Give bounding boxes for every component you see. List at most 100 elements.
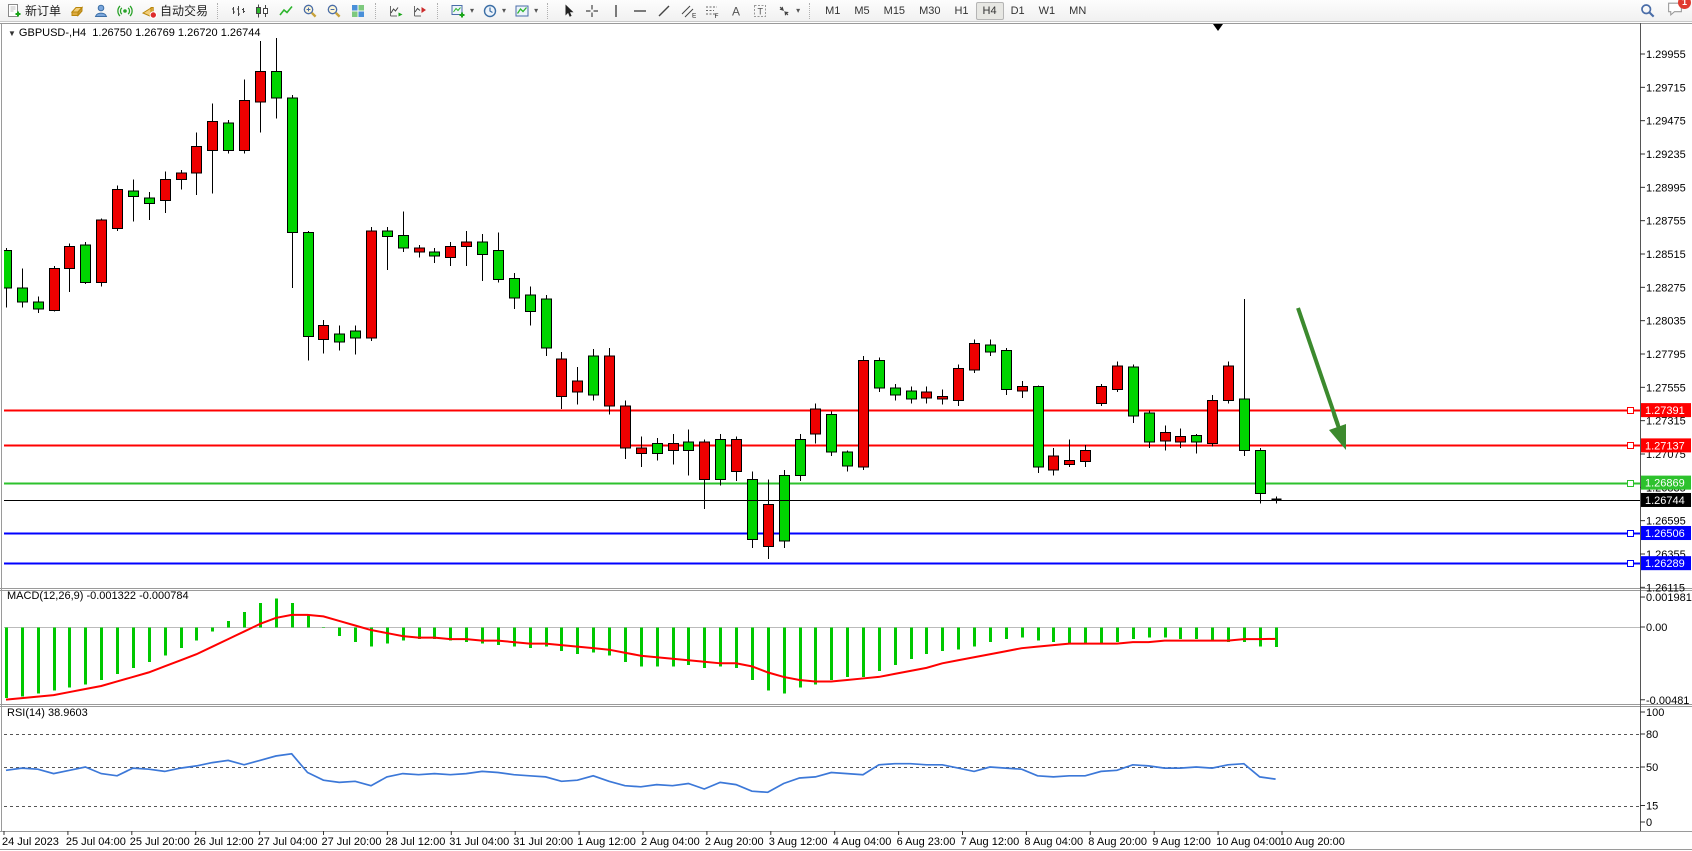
periods-button[interactable]: ▾: [478, 1, 510, 21]
templates-button[interactable]: ▾: [510, 1, 542, 21]
new-order-label: 新订单: [25, 2, 61, 19]
horizontal-line-icon: [632, 3, 648, 19]
new-order-button[interactable]: 新订单: [2, 1, 65, 21]
price-tag: 1.26506: [1641, 526, 1691, 540]
market-watch-icon: [69, 3, 85, 19]
fibonacci-icon: F: [704, 3, 720, 19]
profile-button[interactable]: [89, 1, 113, 21]
svg-text:1.26595: 1.26595: [1646, 516, 1686, 528]
autotrading-button[interactable]: 自动交易: [137, 1, 212, 21]
cursor-icon: [560, 3, 576, 19]
level-handle[interactable]: [1628, 443, 1634, 449]
price-tag: 1.26289: [1641, 556, 1691, 570]
timeframe-toolbar: M1M5M15M30H1H4D1W1MN: [818, 0, 1093, 22]
arrows-tool-button[interactable]: ▾: [772, 1, 804, 21]
equidistant-channel-tool-button[interactable]: E: [676, 1, 700, 21]
text-tool-button[interactable]: A: [724, 1, 748, 21]
crosshair-icon: [584, 3, 600, 19]
text-label-tool-button[interactable]: T: [748, 1, 772, 21]
timeframe-w1[interactable]: W1: [1032, 2, 1063, 20]
notification-badge: 1: [1678, 0, 1691, 9]
chart-shift-icon: [412, 3, 428, 19]
timeframe-mn[interactable]: MN: [1062, 2, 1093, 20]
tile-windows-button[interactable]: [346, 1, 370, 21]
timeframe-m5[interactable]: M5: [847, 2, 876, 20]
svg-text:8 Aug 04:00: 8 Aug 04:00: [1024, 836, 1083, 848]
svg-text:27 Jul 04:00: 27 Jul 04:00: [258, 836, 318, 848]
timeframe-h1[interactable]: H1: [947, 2, 975, 20]
svg-text:6 Aug 23:00: 6 Aug 23:00: [897, 836, 956, 848]
dropdown-caret-icon: ▾: [796, 6, 800, 15]
svg-text:1.26869: 1.26869: [1645, 478, 1685, 490]
svg-text:2 Aug 04:00: 2 Aug 04:00: [641, 836, 700, 848]
level-handle[interactable]: [1628, 408, 1634, 414]
svg-text:1.27315: 1.27315: [1646, 416, 1686, 428]
zoom-out-button[interactable]: [322, 1, 346, 21]
timeframe-m30[interactable]: M30: [912, 2, 947, 20]
svg-text:1 Aug 12:00: 1 Aug 12:00: [577, 836, 636, 848]
svg-text:9 Aug 12:00: 9 Aug 12:00: [1152, 836, 1211, 848]
svg-text:1.28755: 1.28755: [1646, 216, 1686, 228]
price-tag: 1.27137: [1641, 438, 1691, 452]
cursor-tool-button[interactable]: [556, 1, 580, 21]
svg-text:50: 50: [1646, 762, 1658, 774]
svg-text:1.29715: 1.29715: [1646, 82, 1686, 94]
svg-text:25 Jul 04:00: 25 Jul 04:00: [66, 836, 126, 848]
signal-button[interactable]: [113, 1, 137, 21]
level-handle[interactable]: [1628, 481, 1634, 487]
svg-text:26 Jul 12:00: 26 Jul 12:00: [194, 836, 254, 848]
toolbar-separator: [437, 3, 442, 19]
chart-canvas[interactable]: 1.299551.297151.294751.292351.289951.287…: [0, 0, 1692, 851]
svg-text:10 Aug 20:00: 10 Aug 20:00: [1280, 836, 1345, 848]
candlestick-chart-button[interactable]: [250, 1, 274, 21]
zoom-in-button[interactable]: [298, 1, 322, 21]
crosshair-tool-button[interactable]: [580, 1, 604, 21]
svg-text:1.27555: 1.27555: [1646, 382, 1686, 394]
vertical-line-tool-button[interactable]: [604, 1, 628, 21]
svg-text:1.28515: 1.28515: [1646, 249, 1686, 261]
svg-text:27 Jul 20:00: 27 Jul 20:00: [322, 836, 382, 848]
autotrading-icon: [141, 3, 157, 19]
svg-text:10 Aug 04:00: 10 Aug 04:00: [1216, 836, 1281, 848]
candlestick-chart-icon: [254, 3, 270, 19]
svg-text:8 Aug 20:00: 8 Aug 20:00: [1088, 836, 1147, 848]
price-tag: 1.27391: [1641, 403, 1691, 417]
line-chart-icon: [278, 3, 294, 19]
toolbar-separator: [809, 3, 814, 19]
bar-chart-button[interactable]: [226, 1, 250, 21]
svg-text:1.26289: 1.26289: [1645, 558, 1685, 570]
svg-text:28 Jul 12:00: 28 Jul 12:00: [385, 836, 445, 848]
dropdown-caret-icon: ▾: [502, 6, 506, 15]
new-chart-button[interactable]: ▾: [446, 1, 478, 21]
timeframe-m1[interactable]: M1: [818, 2, 847, 20]
toolbar-separator: [217, 3, 222, 19]
autotrading-label: 自动交易: [160, 2, 208, 19]
collapse-triangle-icon[interactable]: ▼: [8, 29, 16, 38]
svg-text:4 Aug 04:00: 4 Aug 04:00: [833, 836, 892, 848]
trendline-tool-button[interactable]: [652, 1, 676, 21]
chart-shift-button[interactable]: [408, 1, 432, 21]
symbol-label: ▼GBPUSD-,H4 1.26750 1.26769 1.26720 1.26…: [8, 27, 261, 39]
search-button[interactable]: [1635, 1, 1660, 21]
level-handle[interactable]: [1628, 531, 1634, 537]
svg-text:1.28275: 1.28275: [1646, 282, 1686, 294]
price-tag: 1.26869: [1641, 476, 1691, 490]
fibonacci-tool-button[interactable]: F: [700, 1, 724, 21]
zoom-out-icon: [326, 3, 342, 19]
level-handle[interactable]: [1628, 561, 1634, 567]
market-watch-button[interactable]: [65, 1, 89, 21]
toolbar-separator: [547, 3, 552, 19]
chat-button[interactable]: 1: [1666, 0, 1684, 22]
timeframe-m15[interactable]: M15: [877, 2, 912, 20]
horizontal-line-tool-button[interactable]: [628, 1, 652, 21]
new-order-icon: [6, 3, 22, 19]
toolbar-separator: [375, 3, 380, 19]
timeframe-d1[interactable]: D1: [1004, 2, 1032, 20]
timeframe-h4[interactable]: H4: [976, 2, 1004, 20]
svg-text:1.29955: 1.29955: [1646, 49, 1686, 61]
dropdown-caret-icon: ▾: [470, 6, 474, 15]
svg-text:25 Jul 20:00: 25 Jul 20:00: [130, 836, 190, 848]
svg-text:1.29475: 1.29475: [1646, 116, 1686, 128]
auto-scroll-button[interactable]: [384, 1, 408, 21]
line-chart-button[interactable]: [274, 1, 298, 21]
